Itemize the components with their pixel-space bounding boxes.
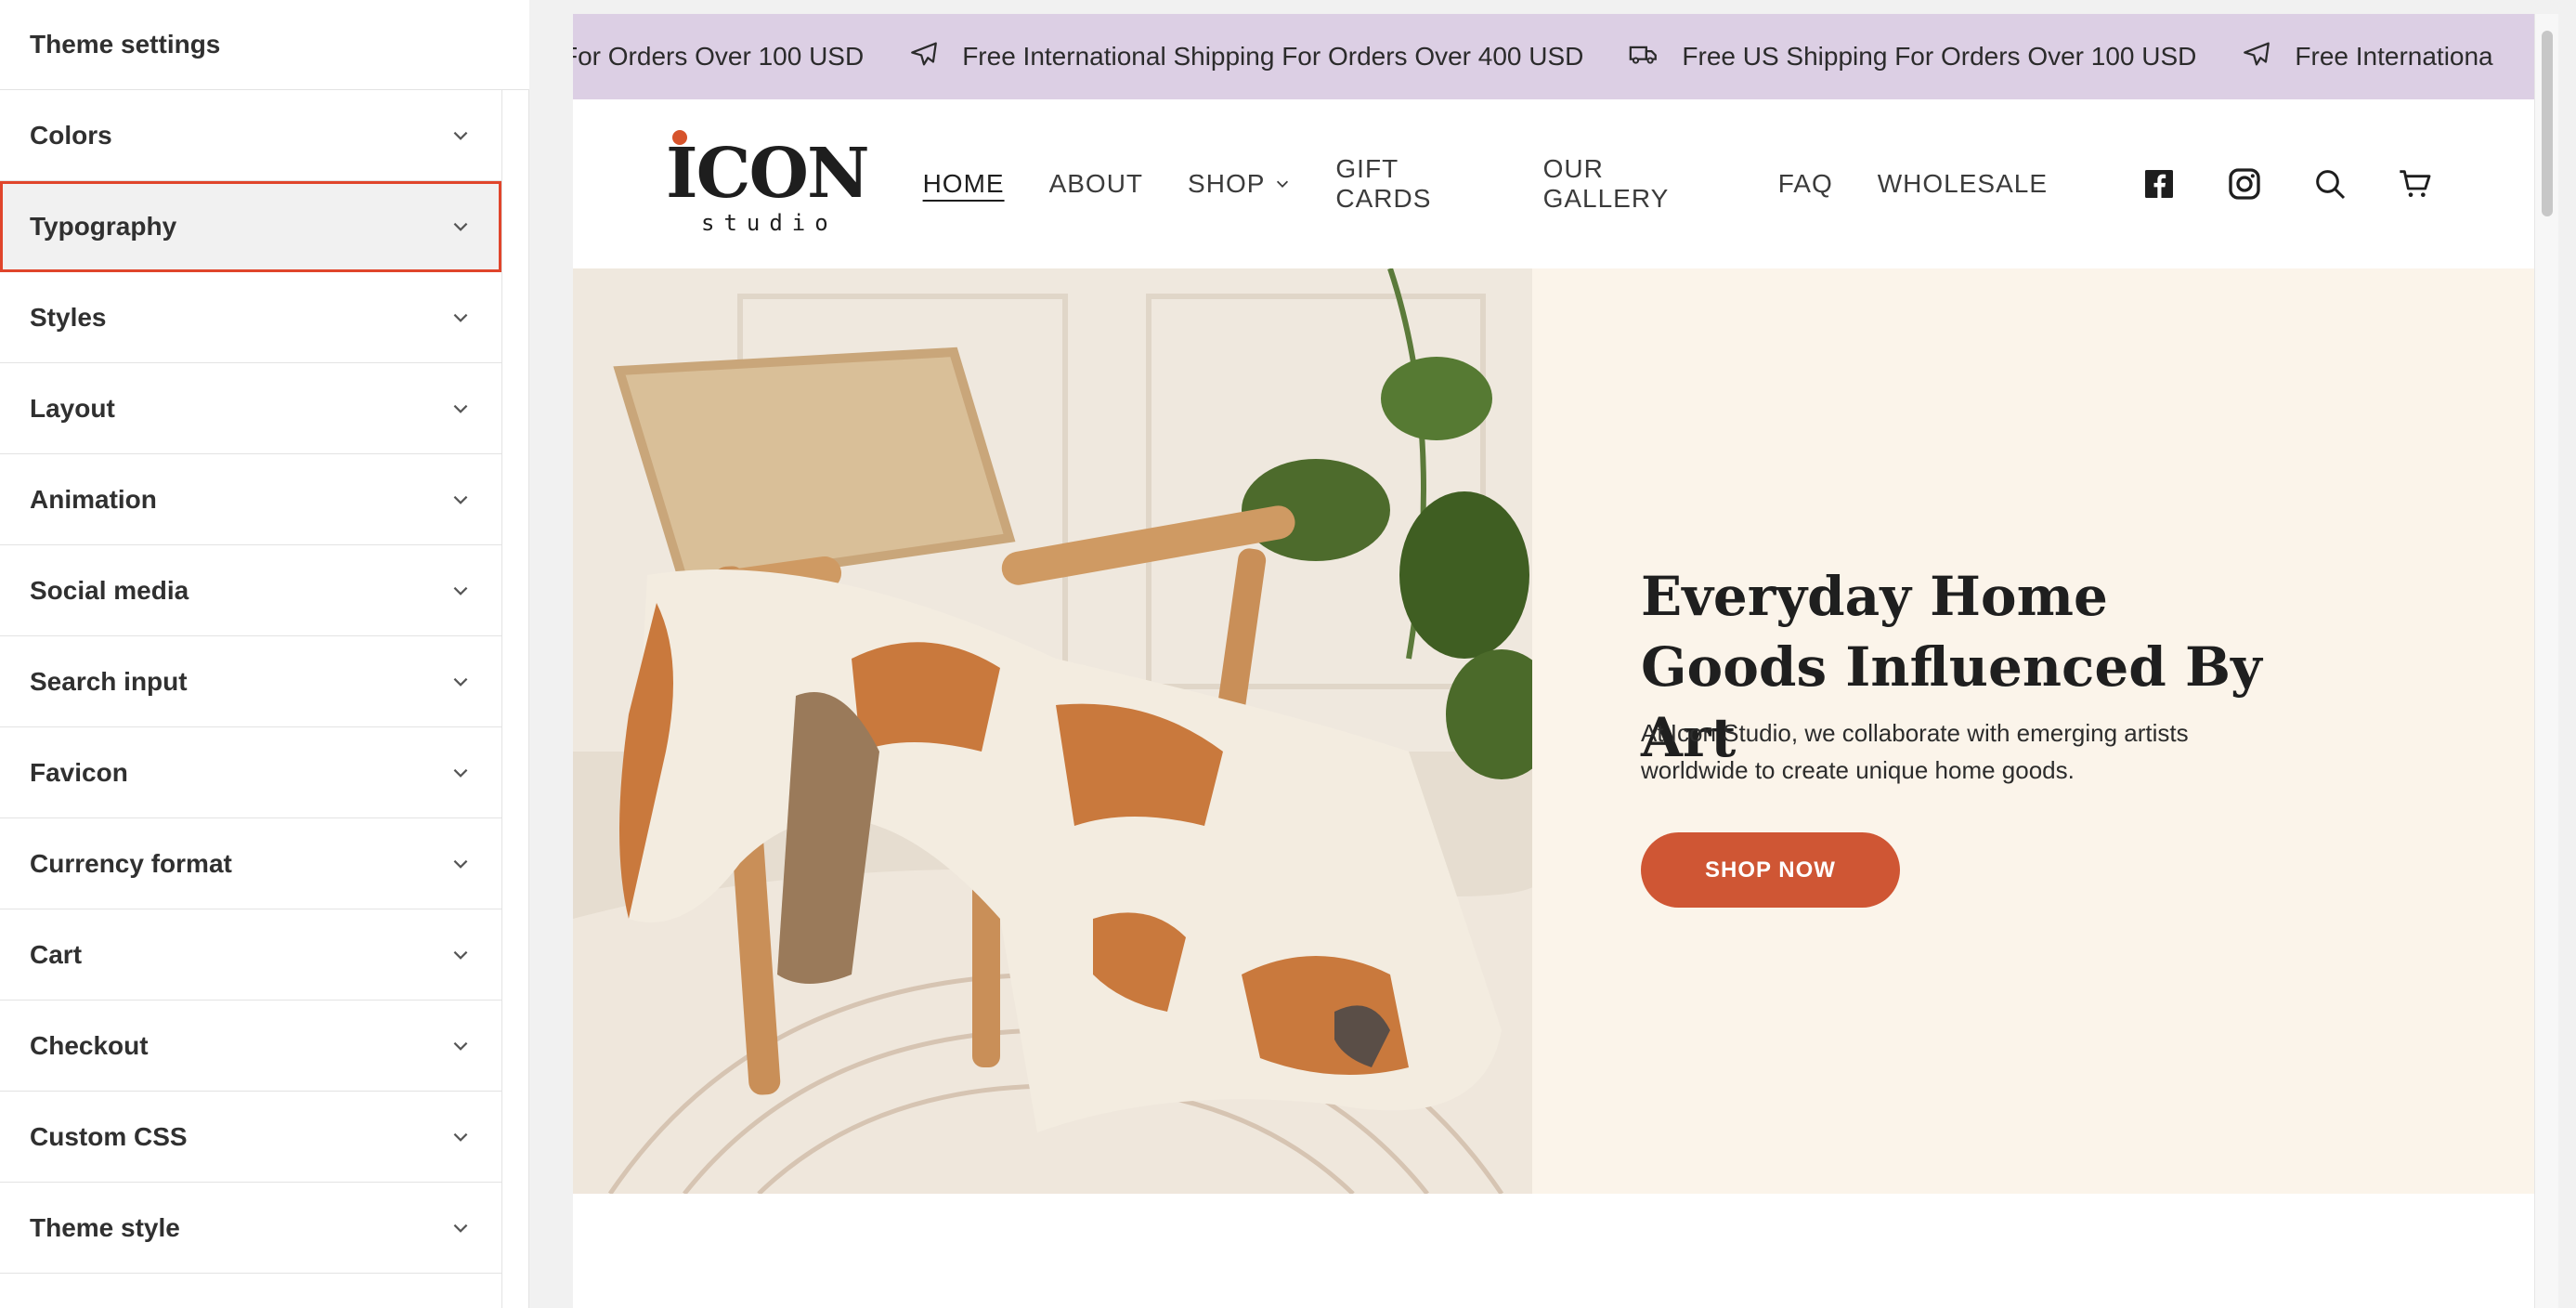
sidebar-item-colors[interactable]: Colors bbox=[0, 90, 501, 181]
sidebar-item-label: Cart bbox=[30, 939, 83, 969]
sidebar-item-styles[interactable]: Styles bbox=[0, 272, 501, 363]
sidebar-item-label: Social media bbox=[30, 575, 189, 605]
announcement-text: Free US Shipping For Orders Over 100 USD bbox=[1682, 42, 2197, 71]
sidebar-item-currency-format[interactable]: Currency format bbox=[0, 818, 501, 909]
hero-banner: Everyday Home Goods Influenced By Art At… bbox=[573, 268, 2534, 1194]
nav-shop[interactable]: SHOP bbox=[1188, 169, 1291, 199]
sidebar-list: Colors Typography Styles Layout Animatio… bbox=[0, 90, 502, 1308]
hero-description: At Icon Studio, we collaborate with emer… bbox=[1641, 719, 2189, 784]
chevron-down-icon bbox=[449, 1035, 472, 1057]
logo-wordmark: ICON bbox=[666, 134, 870, 214]
chevron-down-icon bbox=[449, 762, 472, 784]
sidebar-item-favicon[interactable]: Favicon bbox=[0, 727, 501, 818]
sidebar-item-label: Currency format bbox=[30, 848, 232, 878]
sidebar-item-theme-style[interactable]: Theme style bbox=[0, 1183, 501, 1274]
announcement-item: Free US Shipping For Orders Over 100 USD bbox=[1628, 38, 2196, 76]
chevron-down-icon bbox=[449, 307, 472, 329]
airplane-icon bbox=[2241, 38, 2295, 76]
nav-our-gallery[interactable]: OUR GALLERY bbox=[1543, 154, 1734, 214]
chevron-down-icon bbox=[449, 398, 472, 420]
site-header: ICON studio HOME ABOUT SHOP GIFT CARDS O… bbox=[573, 99, 2534, 268]
search-icon[interactable] bbox=[2311, 165, 2348, 203]
truck-icon bbox=[1628, 38, 1682, 76]
sidebar-item-checkout[interactable]: Checkout bbox=[0, 1001, 501, 1092]
announcement-text: Free Internationa bbox=[2295, 42, 2493, 71]
logo-subtitle: studio bbox=[701, 210, 838, 236]
main-nav: HOME ABOUT SHOP GIFT CARDS OUR GALLERY F… bbox=[923, 154, 2092, 214]
sidebar-item-label: Custom CSS bbox=[30, 1121, 188, 1151]
storefront-preview: For Orders Over 100 USD Free Internation… bbox=[573, 14, 2534, 1308]
shop-now-button[interactable]: SHOP NOW bbox=[1641, 832, 1900, 908]
sidebar-item-label: Checkout bbox=[30, 1030, 149, 1060]
site-logo[interactable]: ICON studio bbox=[666, 130, 870, 238]
facebook-icon[interactable] bbox=[2140, 165, 2178, 203]
nav-about[interactable]: ABOUT bbox=[1049, 169, 1143, 199]
sidebar-item-animation[interactable]: Animation bbox=[0, 454, 501, 545]
airplane-icon bbox=[908, 38, 962, 76]
sidebar-item-search-input[interactable]: Search input bbox=[0, 636, 501, 727]
sidebar-item-label: Styles bbox=[30, 302, 107, 332]
announcement-bar: For Orders Over 100 USD Free Internation… bbox=[573, 14, 2534, 99]
sidebar-item-label: Colors bbox=[30, 120, 112, 150]
chevron-down-icon bbox=[449, 489, 472, 511]
hero-image bbox=[573, 268, 1532, 1194]
nav-gift-cards[interactable]: GIFT CARDS bbox=[1335, 154, 1498, 214]
sidebar-title: Theme settings bbox=[0, 0, 529, 90]
sidebar-item-typography[interactable]: Typography bbox=[0, 181, 501, 272]
chevron-down-icon bbox=[449, 944, 472, 966]
chevron-down-icon bbox=[449, 1217, 472, 1239]
header-icons bbox=[2092, 165, 2434, 203]
announcement-text: For Orders Over 100 USD bbox=[573, 42, 865, 71]
nav-home[interactable]: HOME bbox=[923, 169, 1005, 199]
sidebar-item-custom-css[interactable]: Custom CSS bbox=[0, 1092, 501, 1183]
logo-dot bbox=[672, 130, 687, 145]
chevron-down-icon bbox=[449, 1126, 472, 1148]
nav-shop-label: SHOP bbox=[1188, 169, 1266, 198]
sidebar-item-layout[interactable]: Layout bbox=[0, 363, 501, 454]
sidebar-item-social-media[interactable]: Social media bbox=[0, 545, 501, 636]
cart-icon[interactable] bbox=[2397, 165, 2434, 203]
instagram-icon[interactable] bbox=[2226, 165, 2263, 203]
sidebar-item-label: Search input bbox=[30, 666, 188, 696]
sidebar-item-label: Typography bbox=[30, 211, 177, 241]
sidebar-item-label: Favicon bbox=[30, 757, 128, 787]
sidebar-item-cart[interactable]: Cart bbox=[0, 909, 501, 1001]
chevron-down-icon bbox=[1265, 169, 1291, 199]
chevron-down-icon bbox=[449, 124, 472, 147]
announcement-item: For Orders Over 100 USD bbox=[573, 42, 864, 72]
sidebar-item-label: Theme style bbox=[30, 1212, 180, 1242]
sidebar-item-label: Animation bbox=[30, 484, 157, 514]
preview-scrollbar[interactable] bbox=[2534, 14, 2558, 1308]
nav-faq[interactable]: FAQ bbox=[1778, 169, 1833, 199]
announcement-item: Free International Shipping For Orders O… bbox=[908, 38, 1583, 76]
theme-settings-sidebar: Theme settings Colors Typography Styles … bbox=[0, 0, 529, 1308]
chevron-down-icon bbox=[449, 853, 472, 875]
announcement-text: Free International Shipping For Orders O… bbox=[962, 42, 1584, 71]
chevron-down-icon bbox=[449, 216, 472, 238]
chevron-down-icon bbox=[449, 671, 472, 693]
chevron-down-icon bbox=[449, 580, 472, 602]
nav-wholesale[interactable]: WHOLESALE bbox=[1878, 169, 2048, 199]
scrollbar-thumb[interactable] bbox=[2542, 31, 2553, 216]
sidebar-item-label: Layout bbox=[30, 393, 115, 423]
announcement-item: Free Internationa bbox=[2241, 38, 2493, 76]
hero-copy: Everyday Home Goods Influenced By Art At… bbox=[1532, 268, 2534, 1194]
